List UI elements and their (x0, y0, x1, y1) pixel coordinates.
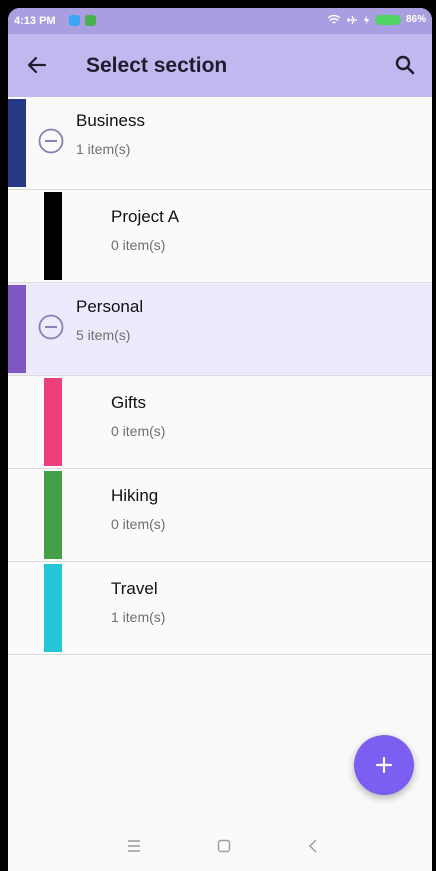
app-notification-icon (85, 15, 96, 26)
battery-icon (374, 14, 401, 25)
section-count: 5 item(s) (76, 327, 131, 343)
plus-icon (375, 756, 393, 774)
section-row-gifts[interactable]: Gifts 0 item(s) (8, 376, 432, 469)
airplane-icon (346, 15, 357, 24)
section-name: Personal (76, 297, 144, 316)
section-count: 1 item(s) (111, 609, 166, 625)
status-indicators: 86% (327, 14, 426, 25)
section-color-bar (44, 192, 62, 280)
wifi-icon (327, 14, 341, 24)
battery-level: 86% (405, 14, 426, 25)
section-row-business[interactable]: Business 1 item(s) (8, 97, 432, 190)
section-name: Gifts (111, 393, 146, 412)
section-list: Business 1 item(s) Project A 0 item(s) P… (8, 97, 432, 655)
search-button[interactable] (390, 50, 420, 80)
section-row-travel[interactable]: Travel 1 item(s) (8, 562, 432, 655)
section-row-hiking[interactable]: Hiking 0 item(s) (8, 469, 432, 562)
section-name: Travel (111, 579, 158, 598)
collapse-icon[interactable] (38, 314, 64, 340)
system-nav-bar (8, 820, 432, 871)
page-title: Select section (86, 54, 228, 77)
arrow-left-icon (27, 56, 47, 74)
phone-screen: 4:13 PM 86% Select section Business 1 it… (8, 8, 432, 871)
back-nav-icon[interactable] (302, 834, 326, 858)
section-color-bar (44, 378, 62, 466)
back-button[interactable] (22, 50, 52, 80)
add-section-button[interactable] (354, 735, 414, 795)
app-bar: Select section (8, 34, 432, 97)
section-color-bar (8, 99, 26, 187)
home-icon[interactable] (212, 834, 236, 858)
section-color-bar (44, 471, 62, 559)
menu-icon[interactable] (122, 834, 146, 858)
section-count: 0 item(s) (111, 516, 166, 532)
charging-icon (363, 14, 369, 25)
collapse-icon[interactable] (38, 128, 64, 154)
section-color-bar (8, 285, 26, 373)
section-count: 0 item(s) (111, 237, 166, 253)
section-color-bar (44, 564, 62, 652)
section-name: Project A (111, 207, 180, 226)
section-name: Business (76, 111, 145, 130)
notification-icon (69, 15, 80, 26)
section-row-personal[interactable]: Personal 5 item(s) (8, 283, 432, 376)
section-count: 1 item(s) (76, 141, 131, 157)
status-time: 4:13 PM (14, 15, 56, 27)
section-name: Hiking (111, 486, 159, 505)
status-bar: 4:13 PM 86% (8, 8, 432, 34)
section-count: 0 item(s) (111, 423, 166, 439)
section-row-project-a[interactable]: Project A 0 item(s) (8, 190, 432, 283)
search-icon (395, 55, 415, 75)
